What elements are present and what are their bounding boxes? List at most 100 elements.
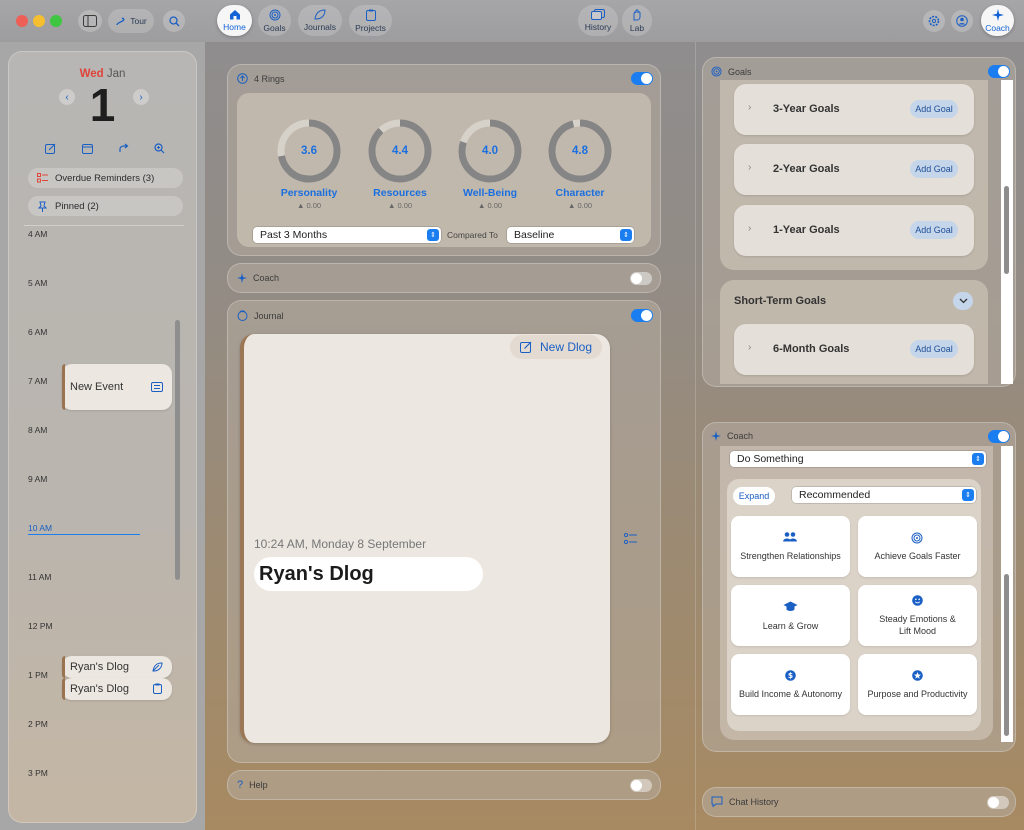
short-term-goals-title: Short-Term Goals — [734, 295, 827, 307]
chevron-up-down-icon: ⇕ — [620, 229, 632, 241]
coach-tile[interactable]: $ Build Income & Autonomy — [731, 654, 850, 715]
goal-label: 1-Year Goals — [773, 224, 840, 236]
chevron-right-icon: › — [748, 342, 752, 353]
compose-icon — [520, 341, 532, 353]
journal-timestamp: 10:24 AM, Monday 8 September — [254, 537, 427, 551]
journal-list-button[interactable] — [623, 532, 640, 546]
coach-tile-label: Build Income & Autonomy — [738, 689, 843, 699]
coach-tile-label: Steady Emotions & Lift Mood — [879, 614, 956, 636]
target-icon — [711, 66, 722, 77]
coach-scrollbar-thumb[interactable] — [1004, 574, 1009, 736]
ring-delta: ▲ 0.00 — [477, 201, 503, 210]
coach-collapsed-title: Coach — [237, 273, 279, 283]
goal-row[interactable]: › 1-Year Goals Add Goal — [734, 205, 974, 256]
chat-history-toggle[interactable] — [987, 796, 1009, 809]
dollar-icon: $ — [785, 670, 796, 681]
ring-delta: ▲ 0.00 — [387, 201, 413, 210]
coach-panel-title: Coach — [711, 431, 753, 441]
ring-delta: ▲ 0.00 — [567, 201, 593, 210]
goal-row[interactable]: › 6-Month Goals Add Goal — [734, 324, 974, 375]
coach-tile-label: Purpose and Productivity — [867, 689, 968, 699]
ring-value: 3.6 — [301, 145, 317, 157]
coach-tile[interactable]: Achieve Goals Faster — [858, 516, 977, 577]
journal-toggle[interactable] — [631, 309, 653, 322]
ring-value: 4.4 — [392, 145, 408, 157]
coach-mode-select[interactable]: Do Something ⇕ — [730, 451, 986, 467]
coach-tile-label: Learn & Grow — [762, 621, 819, 631]
coach-tile[interactable]: Purpose and Productivity — [858, 654, 977, 715]
ring-name: Well-Being — [462, 187, 518, 199]
chevron-down-icon — [959, 298, 967, 304]
goals-title: Goals — [728, 66, 752, 77]
add-goal-button[interactable]: Add Goal — [910, 340, 958, 358]
journal-title: Journal — [254, 310, 284, 321]
help-title: Help — [249, 780, 268, 790]
goals-scrollbar-thumb[interactable] — [1004, 186, 1009, 274]
goals-toggle[interactable] — [988, 65, 1010, 78]
coach-tile[interactable]: Steady Emotions & Lift Mood — [858, 585, 977, 646]
compared-to-label: Compared To — [447, 230, 498, 240]
coach-mode-value: Do Something — [737, 453, 804, 465]
short-term-collapse-button[interactable] — [953, 292, 973, 310]
goals-scrollbar[interactable] — [1001, 80, 1013, 384]
chevron-right-icon: › — [748, 162, 752, 173]
chevron-up-down-icon: ⇕ — [962, 489, 974, 501]
coach-toggle[interactable] — [988, 430, 1010, 443]
period-value: Past 3 Months — [260, 229, 328, 241]
journal-panel-title: Journal — [237, 310, 284, 321]
sparkle-icon — [711, 431, 721, 441]
ring-value: 4.0 — [482, 145, 498, 157]
add-goal-button[interactable]: Add Goal — [910, 160, 958, 178]
coach-scrollbar[interactable] — [1001, 446, 1013, 742]
coach-tile-label: Strengthen Relationships — [740, 551, 841, 561]
help-toggle[interactable] — [630, 779, 652, 792]
people-icon — [783, 532, 797, 542]
smiley-icon — [912, 595, 923, 606]
period-select[interactable]: Past 3 Months ⇕ — [253, 227, 441, 243]
baseline-value: Baseline — [514, 229, 555, 241]
star-icon — [912, 670, 923, 681]
graduation-cap-icon — [783, 601, 798, 611]
svg-text:$: $ — [788, 671, 793, 680]
sparkle-icon — [237, 273, 247, 283]
coach-tile-label: Achieve Goals Faster — [874, 551, 961, 561]
expand-button[interactable]: Expand — [733, 487, 775, 505]
goal-row[interactable]: › 3-Year Goals Add Goal — [734, 84, 974, 135]
ring-delta: ▲ 0.00 — [296, 201, 322, 210]
goals-panel-title: Goals — [711, 66, 752, 77]
coach-filter-value: Recommended — [799, 489, 871, 501]
checklist-icon — [623, 532, 637, 545]
add-goal-button[interactable]: Add Goal — [910, 221, 958, 239]
ring-value: 4.8 — [572, 145, 588, 157]
new-dlog-button[interactable]: New Dlog — [510, 335, 602, 359]
ring-name: Resources — [373, 187, 427, 199]
help-panel-title: ? Help — [237, 779, 268, 791]
chevron-right-icon: › — [748, 102, 752, 113]
question-icon: ? — [237, 779, 244, 791]
coach-collapsed-toggle[interactable] — [630, 272, 652, 285]
coach-tile[interactable]: Learn & Grow — [731, 585, 850, 646]
coach-collapsed-panel[interactable] — [227, 263, 661, 293]
goal-label: 3-Year Goals — [773, 103, 840, 115]
journal-entry-title[interactable]: Ryan's Dlog — [254, 557, 483, 591]
ring-name: Personality — [280, 187, 338, 199]
chevron-up-down-icon: ⇕ — [972, 453, 984, 465]
new-dlog-label: New Dlog — [540, 340, 593, 354]
coach-tile[interactable]: Strengthen Relationships — [731, 516, 850, 577]
ring-name: Character — [555, 187, 605, 199]
chevron-up-down-icon: ⇕ — [427, 229, 439, 241]
help-panel[interactable] — [227, 770, 661, 800]
baseline-select[interactable]: Baseline ⇕ — [507, 227, 634, 243]
goal-label: 6-Month Goals — [773, 343, 850, 355]
goal-row[interactable]: › 2-Year Goals Add Goal — [734, 144, 974, 195]
chevron-right-icon: › — [748, 223, 752, 234]
target-icon — [911, 532, 923, 544]
journal-icon — [237, 310, 248, 321]
chat-bubble-icon — [711, 796, 723, 807]
add-goal-button[interactable]: Add Goal — [910, 100, 958, 118]
chat-history-panel-title: Chat History — [711, 796, 779, 807]
coach-title: Coach — [727, 431, 754, 441]
coach-filter-select[interactable]: Recommended ⇕ — [792, 487, 976, 503]
coach-collapsed-label: Coach — [253, 273, 280, 283]
chat-history-title: Chat History — [729, 796, 779, 807]
